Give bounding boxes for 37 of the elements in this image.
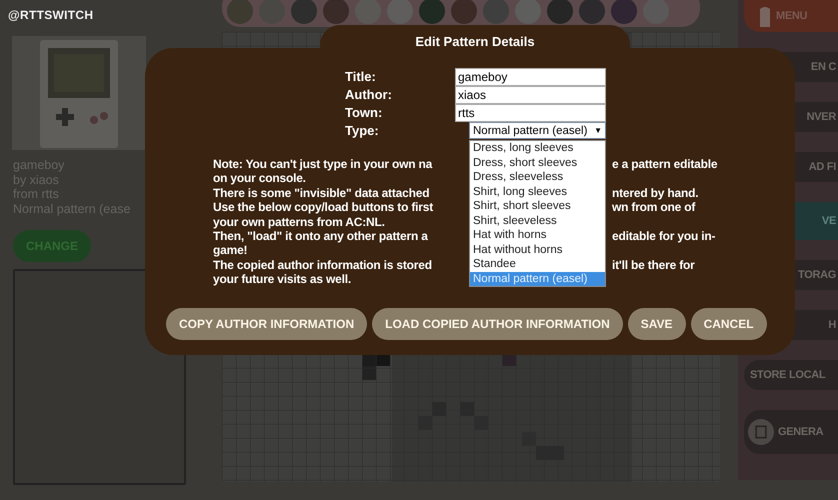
field-label: Town: [345,104,384,122]
dropdown-option[interactable]: Dress, long sleeves [470,141,605,156]
note-text: on your console. [213,171,307,186]
note-text: Then, "load" it onto any other pattern a [213,229,429,244]
dialog-button[interactable]: LOAD COPIED AUTHOR INFORMATION [372,308,623,340]
dialog-button[interactable]: COPY AUTHOR INFORMATION [166,308,368,340]
note-text: it'll be there for [611,258,696,272]
dropdown-option[interactable]: Dress, short sleeves [470,156,605,170]
text-field[interactable]: rtts [455,104,606,122]
note-text: game! [213,243,248,258]
field-label: Type: [345,122,380,140]
note-text: Note: You can't just type in your own na [213,157,434,172]
note-text: There is some "invisible" data attached [213,186,430,200]
note-text: wn from one of [611,200,696,215]
field-label: Author: [345,86,393,104]
note-text: your own patterns from AC:NL. [213,214,386,230]
dropdown-option[interactable]: Hat with horns [470,228,605,242]
dropdown-option[interactable]: Standee [470,257,605,272]
dropdown-option[interactable]: Shirt, short sleeves [470,199,605,214]
note-text: The copied author information is stored [213,258,433,272]
logo: @RTTSWITCH [8,8,94,22]
text-field[interactable]: xiaos [455,86,606,104]
field-label: Title: [345,68,377,86]
dialog-button[interactable]: SAVE [628,308,686,340]
text-field[interactable]: gameboy [455,68,606,86]
note-text: ntered by hand. [611,186,700,200]
note-text: Use the below copy/load buttons to first [213,200,434,215]
type-dropdown[interactable]: Normal pattern (easel) ▼ [469,122,606,139]
dropdown-option[interactable]: Shirt, sleeveless [470,214,605,228]
dropdown-option[interactable]: Dress, sleeveless [470,170,605,184]
color-palette[interactable] [222,0,700,27]
dropdown-option[interactable]: Shirt, long sleeves [470,184,605,199]
note-text: your future visits as well. [213,272,352,287]
dialog-button[interactable]: CANCEL [690,308,767,340]
note-text: editable for you in- [611,229,716,244]
dropdown-option[interactable]: Hat without horns [470,242,605,257]
note-text: e a pattern editable [611,157,718,172]
